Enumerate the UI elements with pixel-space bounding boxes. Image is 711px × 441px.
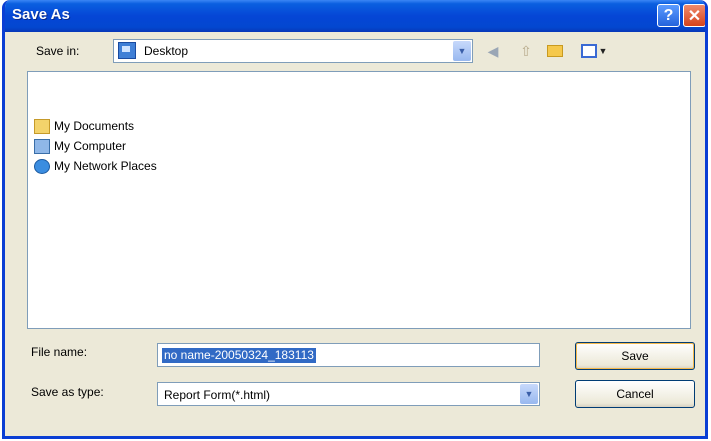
close-button[interactable]: ✕ — [683, 4, 705, 27]
desktop-icon — [118, 42, 136, 59]
file-list[interactable]: My Documents My Computer My Network Plac… — [27, 71, 691, 329]
my-documents-icon — [34, 118, 50, 134]
file-name-field[interactable]: no name-20050324_183113 — [157, 343, 540, 367]
save-in-dropdown[interactable]: Desktop ▼ — [113, 39, 473, 63]
save-as-type-label: Save as type: — [31, 385, 104, 399]
save-as-type-value: Report Form(*.html) — [164, 388, 271, 402]
my-network-places-icon — [34, 158, 50, 174]
list-item[interactable]: My Network Places — [34, 156, 157, 176]
file-name-value: no name-20050324_183113 — [162, 348, 316, 363]
new-folder-icon[interactable] — [545, 41, 565, 61]
up-folder-icon[interactable]: ⇧ — [516, 41, 536, 61]
list-item-label: My Network Places — [54, 159, 157, 173]
chevron-down-icon[interactable]: ▼ — [453, 41, 471, 61]
list-item[interactable]: My Documents — [34, 116, 134, 136]
views-menu-icon[interactable]: ▼ — [579, 41, 609, 61]
save-as-type-dropdown[interactable]: Report Form(*.html) ▼ — [157, 382, 540, 406]
save-in-value: Desktop — [144, 44, 189, 58]
list-item[interactable]: My Computer — [34, 136, 126, 156]
file-name-label: File name: — [31, 345, 88, 359]
help-button[interactable]: ? — [657, 4, 680, 27]
cancel-button[interactable]: Cancel — [575, 380, 695, 408]
save-as-dialog: Save As ? ✕ Save in: Desktop ▼ ◀ ⇧ ▼ My … — [2, 0, 708, 439]
save-in-label: Save in: — [36, 44, 80, 58]
my-computer-icon — [34, 138, 50, 154]
close-icon: ✕ — [687, 7, 702, 25]
chevron-down-icon[interactable]: ▼ — [520, 384, 538, 404]
title-bar[interactable]: Save As ? ✕ — [5, 0, 705, 32]
back-icon[interactable]: ◀ — [483, 41, 503, 61]
list-item-label: My Computer — [54, 139, 127, 153]
dialog-title: Save As — [12, 6, 70, 23]
help-icon: ? — [663, 6, 674, 24]
save-button[interactable]: Save — [575, 342, 695, 370]
list-item-label: My Documents — [54, 119, 135, 133]
